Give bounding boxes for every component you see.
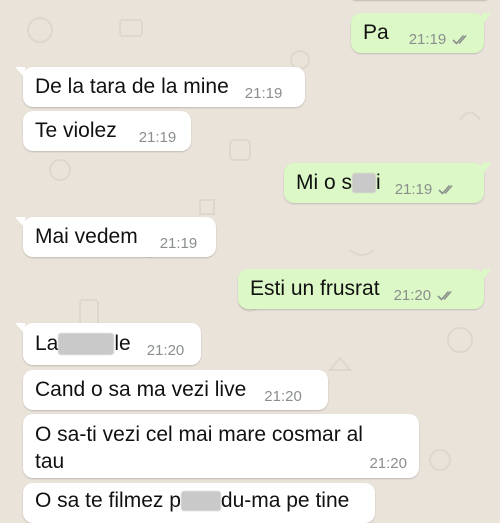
- message-text: O sa te filmez p du-ma pe tine: [35, 489, 350, 512]
- message-bubble-outgoing[interactable]: Esti un frusrat 21:20: [238, 269, 492, 309]
- message-bubble-incoming[interactable]: De la tara de la mine 21:19: [15, 67, 305, 107]
- double-tick-icon: [438, 184, 458, 196]
- message-time: 21:19: [159, 234, 198, 252]
- message-text: Esti un frusrat: [250, 277, 380, 300]
- message-time: 21:20: [146, 341, 185, 359]
- message-bubble-incoming[interactable]: O sa te filmez p du-ma pe tine: [23, 483, 375, 523]
- message-text: La le: [35, 332, 131, 356]
- message-text: Mi o si: [296, 171, 381, 194]
- message-bubble-incoming[interactable]: O sa-ti vezi cel mai mare cosmar al tau …: [23, 414, 419, 478]
- redaction-blur: [58, 333, 115, 356]
- double-tick-icon: [437, 290, 457, 302]
- message-time: 21:20: [393, 286, 432, 304]
- double-tick-icon: [452, 34, 472, 46]
- message-text: Mai vedem: [35, 225, 138, 248]
- message-text: Pa: [363, 21, 389, 44]
- redaction-blur: [180, 491, 221, 512]
- message-bubble-incoming[interactable]: Mai vedem 21:19: [15, 217, 216, 257]
- message-text: O sa-ti vezi cel mai mare cosmar al tau: [35, 423, 363, 474]
- message-text: Te violez: [35, 119, 117, 142]
- redaction-blur: [352, 173, 377, 194]
- message-time: 21:19: [408, 30, 447, 48]
- message-bubble-outgoing[interactable]: Mi o si 21:19: [284, 163, 492, 203]
- message-time: 21:19: [244, 84, 283, 102]
- message-text: De la tara de la mine: [35, 75, 229, 98]
- message-bubble-outgoing[interactable]: Pa 21:19: [351, 13, 492, 53]
- message-bubble-incoming[interactable]: Te violez 21:19: [23, 111, 191, 151]
- message-time: 21:20: [369, 454, 407, 472]
- message-time: 21:19: [394, 180, 433, 198]
- message-bubble-incoming[interactable]: La le 21:20: [15, 323, 201, 365]
- message-bubble-incoming[interactable]: Cand o sa ma vezi live 21:20: [23, 370, 328, 410]
- message-time: 21:19: [138, 128, 177, 146]
- message-time: 21:20: [264, 387, 302, 405]
- message-text: Cand o sa ma vezi live: [35, 378, 247, 401]
